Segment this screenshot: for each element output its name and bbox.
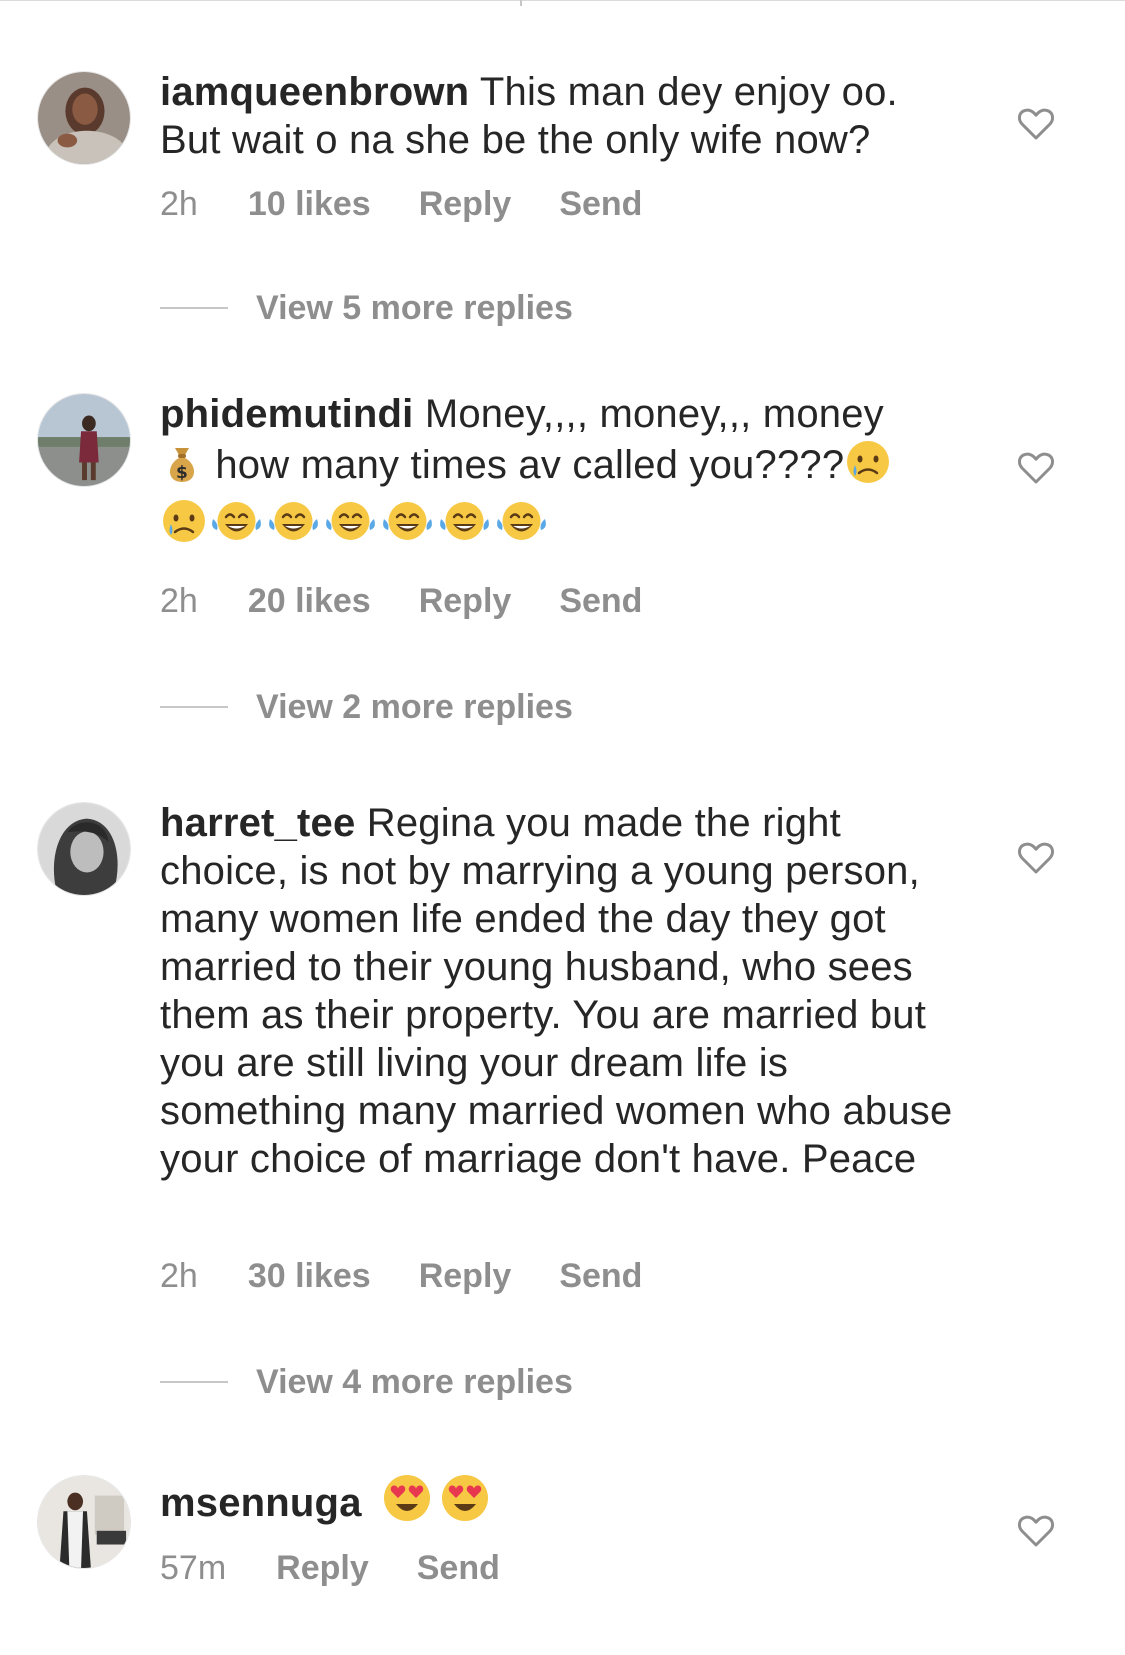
tears-of-joy-icon bbox=[379, 497, 436, 556]
username[interactable]: iamqueenbrown bbox=[160, 70, 469, 114]
comment-body-part1: Money,,,, money,,, money bbox=[424, 392, 884, 436]
comment-meta: 2h 30 likes Reply Send bbox=[160, 1252, 690, 1300]
avatar[interactable] bbox=[37, 802, 131, 896]
comment-meta: 2h 10 likes Reply Send bbox=[160, 180, 690, 228]
likes-count[interactable]: 10 likes bbox=[248, 180, 371, 228]
likes-count[interactable]: 30 likes bbox=[248, 1252, 371, 1300]
send-button[interactable]: Send bbox=[559, 1252, 642, 1300]
top-tick bbox=[520, 0, 522, 6]
view-more-label[interactable]: View 4 more replies bbox=[256, 1358, 573, 1406]
heart-eyes-icon bbox=[439, 1472, 491, 1535]
crying-face-icon bbox=[160, 497, 208, 556]
comment-body-part2: how many times av called you???? bbox=[215, 443, 845, 487]
like-heart-icon[interactable] bbox=[1016, 104, 1056, 144]
tears-of-joy-icon bbox=[493, 497, 550, 556]
avatar[interactable] bbox=[37, 393, 131, 487]
comment-body: Regina you made the right choice, is not… bbox=[160, 801, 953, 1181]
view-more-label[interactable]: View 2 more replies bbox=[256, 683, 573, 731]
like-heart-icon[interactable] bbox=[1016, 448, 1056, 488]
tears-of-joy-icon bbox=[322, 497, 379, 556]
likes-count[interactable]: 20 likes bbox=[248, 577, 371, 625]
comment-meta: 2h 20 likes Reply Send bbox=[160, 577, 690, 625]
username[interactable]: msennuga bbox=[160, 1481, 362, 1525]
send-button[interactable]: Send bbox=[559, 180, 642, 228]
username[interactable]: harret_tee bbox=[160, 801, 355, 845]
heart-eyes-icon bbox=[381, 1472, 433, 1535]
view-more-line bbox=[160, 1381, 228, 1383]
reply-button[interactable]: Reply bbox=[419, 577, 512, 625]
tears-of-joy-icon bbox=[208, 497, 265, 556]
comment-text: iamqueenbrown This man dey enjoy oo. But… bbox=[160, 68, 960, 164]
comment-time: 57m bbox=[160, 1549, 227, 1587]
comment-meta: 57m Reply Send bbox=[160, 1544, 548, 1592]
reply-button[interactable]: Reply bbox=[276, 1544, 369, 1592]
avatar[interactable] bbox=[37, 1475, 131, 1569]
tears-of-joy-icon bbox=[436, 497, 493, 556]
comment-time: 2h bbox=[160, 1257, 198, 1295]
view-more-line bbox=[160, 307, 228, 309]
avatar[interactable] bbox=[37, 71, 131, 165]
view-more-label[interactable]: View 5 more replies bbox=[256, 284, 573, 332]
comment-text: msennuga bbox=[160, 1472, 960, 1535]
tears-of-joy-icon bbox=[265, 497, 322, 556]
reply-button[interactable]: Reply bbox=[419, 180, 512, 228]
comment-text: phidemutindi Money,,,, money,,, money $ … bbox=[160, 390, 960, 556]
send-button[interactable]: Send bbox=[559, 577, 642, 625]
like-heart-icon[interactable] bbox=[1016, 838, 1056, 878]
like-heart-icon[interactable] bbox=[1016, 1511, 1056, 1551]
comment-text: harret_tee Regina you made the right cho… bbox=[160, 799, 960, 1183]
send-button[interactable]: Send bbox=[417, 1544, 500, 1592]
money-bag-icon: $ bbox=[160, 442, 204, 497]
view-more-line bbox=[160, 706, 228, 708]
reply-button[interactable]: Reply bbox=[419, 1252, 512, 1300]
svg-text:$: $ bbox=[176, 463, 188, 483]
top-divider bbox=[0, 0, 1125, 1]
comment-time: 2h bbox=[160, 582, 198, 620]
username[interactable]: phidemutindi bbox=[160, 392, 413, 436]
comment-time: 2h bbox=[160, 185, 198, 223]
crying-face-icon bbox=[844, 438, 892, 497]
